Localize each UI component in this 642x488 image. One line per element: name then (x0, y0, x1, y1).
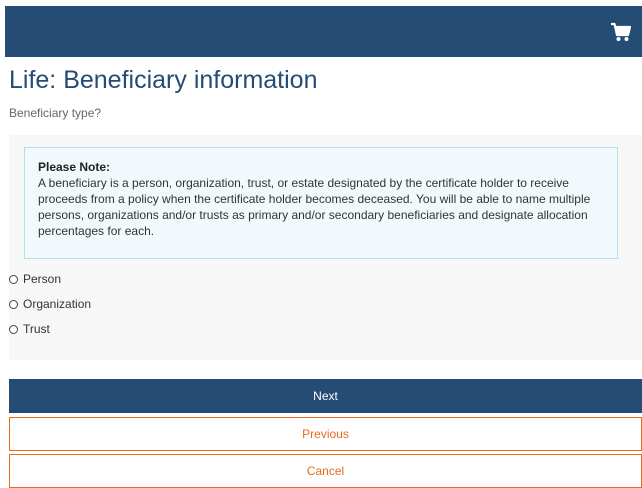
note-box: Please Note: A beneficiary is a person, … (24, 147, 618, 259)
top-navigation-bar (5, 6, 642, 57)
shopping-cart-icon[interactable] (610, 21, 632, 43)
radio-option-organization[interactable]: Organization (9, 295, 91, 313)
note-heading: Please Note: (38, 160, 111, 174)
radio-label-person[interactable]: Person (23, 272, 61, 286)
radio-button-trust[interactable] (9, 324, 18, 334)
radio-button-person[interactable] (9, 274, 18, 284)
radio-label-trust[interactable]: Trust (23, 322, 50, 336)
beneficiary-type-panel: Please Note: A beneficiary is a person, … (9, 135, 642, 360)
cancel-button[interactable]: Cancel (9, 454, 642, 488)
radio-label-organization[interactable]: Organization (23, 297, 91, 311)
note-body: A beneficiary is a person, organization,… (38, 176, 591, 238)
question-subtitle: Beneficiary type? (9, 106, 102, 120)
previous-button[interactable]: Previous (9, 417, 642, 451)
radio-option-trust[interactable]: Trust (9, 320, 50, 338)
radio-option-person[interactable]: Person (9, 270, 61, 288)
page-title: Life: Beneficiary information (9, 66, 318, 94)
radio-button-organization[interactable] (9, 299, 18, 309)
next-button[interactable]: Next (9, 379, 642, 413)
